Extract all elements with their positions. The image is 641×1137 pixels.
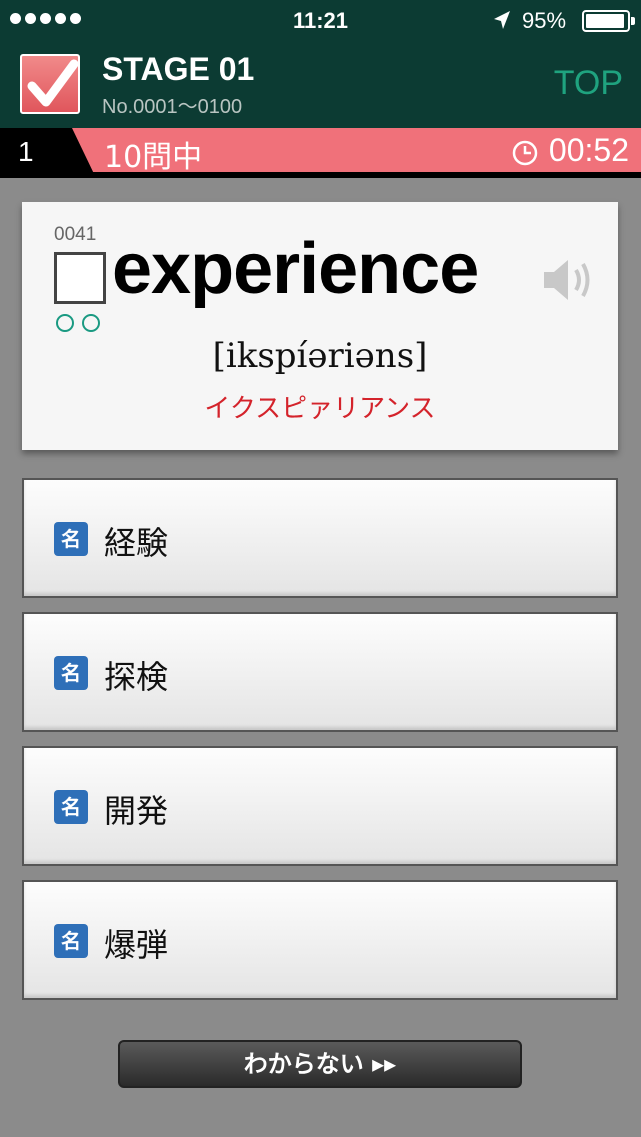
location-arrow-icon (494, 11, 510, 29)
answer-text: 経験 (104, 524, 169, 562)
checkmark-logo-icon (20, 54, 80, 114)
phonetic-transcription: [ikspíəriəns] (212, 336, 428, 376)
answer-option-2[interactable]: 名 探検 (22, 612, 618, 732)
timer: 00:52 (548, 132, 629, 168)
answer-option-1[interactable]: 名 経験 (22, 478, 618, 598)
dont-know-button[interactable]: わからない ▸▸ (118, 1040, 522, 1088)
battery-icon (582, 10, 635, 32)
memorized-checkbox[interactable] (54, 252, 106, 304)
stage-title: STAGE 01 (102, 51, 255, 87)
top-button[interactable]: TOP (554, 64, 623, 103)
stage-range: No.0001～0100 (102, 96, 243, 118)
answer-option-3[interactable]: 名 開発 (22, 746, 618, 866)
vocabulary-word: experience (112, 229, 479, 309)
battery-percent: 95% (522, 8, 567, 33)
word-card: 0041 experience [ikspíəriəns] イクスピァリアンス (22, 202, 618, 450)
app-header: STAGE 01 No.0001～0100 TOP (0, 42, 641, 128)
answer-text: 爆弾 (104, 926, 169, 964)
circle-mark-icon (56, 314, 74, 332)
answer-text: 探検 (104, 658, 169, 696)
answer-text: 開発 (104, 792, 169, 830)
question-total-label: 10問中 (104, 140, 203, 175)
question-number-box (0, 128, 96, 178)
word-id: 0041 (54, 224, 97, 245)
part-of-speech-badge: 名 (54, 656, 88, 690)
question-number: 1 (18, 136, 34, 167)
katakana-reading: イクスピァリアンス (204, 394, 436, 424)
question-progress-bar: 1 10問中 00:52 (0, 128, 641, 178)
part-of-speech-badge: 名 (54, 790, 88, 824)
part-of-speech-badge: 名 (54, 522, 88, 556)
clock-icon (512, 140, 538, 166)
status-bar: 11:21 95% (0, 0, 641, 42)
part-of-speech-badge: 名 (54, 924, 88, 958)
answer-option-4[interactable]: 名 爆弾 (22, 880, 618, 1000)
speaker-icon[interactable] (540, 256, 596, 304)
review-marks (56, 314, 100, 332)
circle-mark-icon (82, 314, 100, 332)
